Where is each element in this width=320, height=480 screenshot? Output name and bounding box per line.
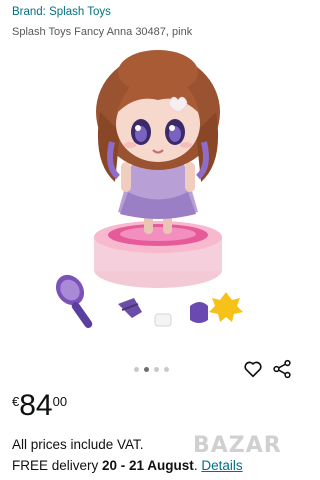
heart-icon: [244, 361, 262, 378]
wishlist-heart-button[interactable]: [242, 358, 264, 380]
carousel-dot[interactable]: [163, 366, 169, 372]
delivery-info: FREE delivery 20 - 21 August. Details: [12, 458, 243, 473]
price-whole: 84: [19, 389, 53, 422]
carousel-dot[interactable]: [133, 366, 139, 372]
price-fraction: 00: [52, 394, 68, 409]
product-image[interactable]: [0, 42, 302, 342]
carousel-dot-active[interactable]: [143, 366, 149, 372]
share-icon: [273, 359, 291, 379]
delivery-dates: 20 - 21 August: [102, 458, 194, 473]
carousel-dot[interactable]: [153, 366, 159, 372]
product-title: Splash Toys Fancy Anna 30487, pink: [12, 26, 193, 38]
details-link[interactable]: Details: [201, 458, 242, 473]
watermark: BAZAR: [193, 433, 282, 458]
delivery-prefix: FREE delivery: [12, 458, 103, 473]
price: € 84 00: [12, 390, 67, 422]
vat-notice: All prices include VAT.: [12, 437, 144, 452]
share-button[interactable]: [271, 358, 293, 380]
brand-link[interactable]: Brand: Splash Toys: [12, 6, 111, 18]
price-currency: €: [12, 394, 20, 409]
doll-product-photo: [0, 42, 302, 342]
